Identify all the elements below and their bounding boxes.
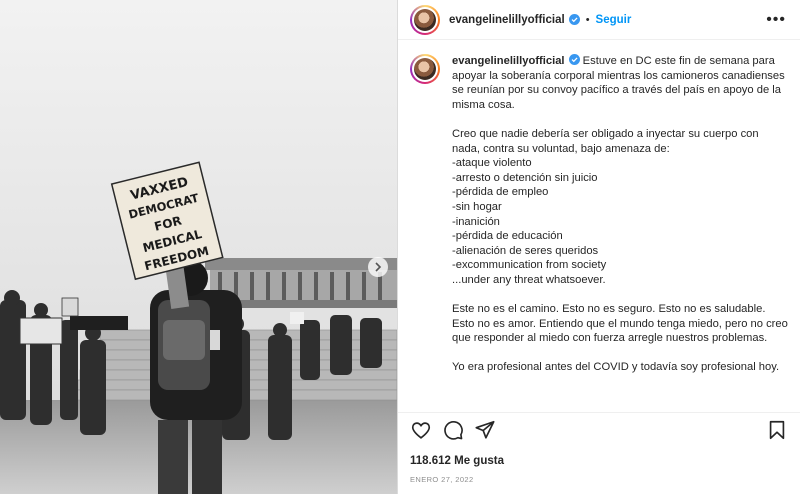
post-side-panel: evangelinelillyofficial • Seguir ••• eva… xyxy=(398,0,800,494)
share-icon[interactable] xyxy=(474,419,496,441)
caption-text: Estuve en DC este fin de semana para apo… xyxy=(452,55,788,374)
carousel-next-button[interactable] xyxy=(368,257,388,277)
bookmark-icon[interactable] xyxy=(766,419,788,441)
instagram-post: VAXXED DEMOCRAT FOR MEDICAL FREEDOM evan… xyxy=(0,0,800,494)
caption-text-block: evangelinelillyofficial Estuve en DC est… xyxy=(452,54,788,412)
comment-icon[interactable] xyxy=(442,419,464,441)
header-avatar[interactable] xyxy=(410,4,440,35)
post-actions-bar xyxy=(398,412,800,447)
header-separator: • xyxy=(585,13,590,26)
avatar-image xyxy=(414,58,436,80)
post-date[interactable]: ENERO 27, 2022 xyxy=(398,467,800,494)
post-photo[interactable]: VAXXED DEMOCRAT FOR MEDICAL FREEDOM xyxy=(0,0,398,494)
caption-avatar[interactable] xyxy=(410,54,440,84)
caption-username[interactable]: evangelinelillyofficial xyxy=(452,55,565,67)
protest-photo-image: VAXXED DEMOCRAT FOR MEDICAL FREEDOM xyxy=(0,0,397,494)
verified-badge-icon xyxy=(568,54,580,65)
header-username[interactable]: evangelinelillyofficial xyxy=(449,14,565,26)
chevron-right-icon xyxy=(375,262,382,272)
avatar-image xyxy=(414,8,436,31)
follow-button[interactable]: Seguir xyxy=(596,14,632,26)
likes-count[interactable]: 118.612 Me gusta xyxy=(398,447,800,467)
more-options-button[interactable]: ••• xyxy=(766,11,786,28)
post-header: evangelinelillyofficial • Seguir ••• xyxy=(398,0,800,40)
verified-badge-icon xyxy=(568,14,580,25)
heart-icon[interactable] xyxy=(410,419,432,441)
caption-section: evangelinelillyofficial Estuve en DC est… xyxy=(398,40,800,412)
